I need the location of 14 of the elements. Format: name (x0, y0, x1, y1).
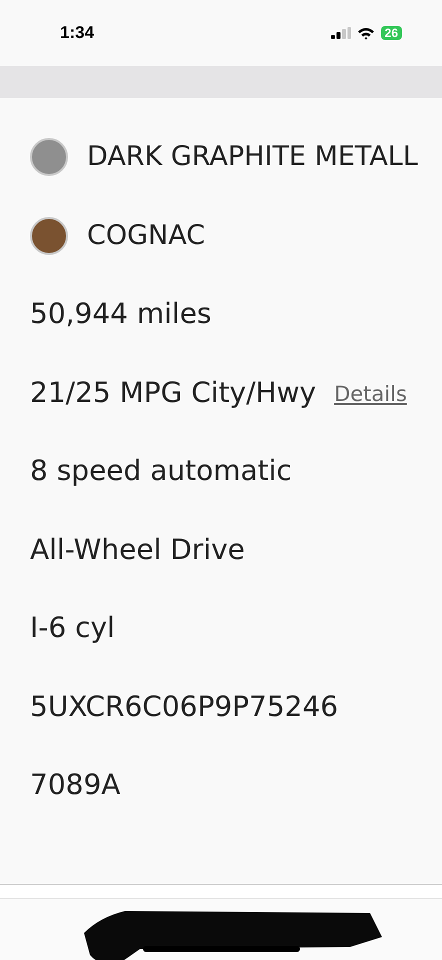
color-name: DARK GRAPHITE METALL (87, 140, 418, 174)
spec-text: 21/25 MPG City/Hwy (30, 374, 316, 411)
battery-level: 26 (380, 26, 402, 40)
spec-text: I-6 cyl (30, 610, 115, 646)
wifi-icon (356, 26, 375, 40)
spec-text: 5UXCR6C06P9P75246 (30, 688, 338, 725)
spec-text: 8 speed automatic (30, 453, 292, 490)
status-time: 1:34 (60, 22, 94, 44)
details-link[interactable]: Details (334, 379, 407, 410)
spec-text: All-Wheel Drive (30, 532, 245, 568)
spec-text: 50,944 miles (30, 296, 212, 332)
color-name: COGNAC (87, 218, 206, 252)
spec-text: 7089A (30, 767, 120, 804)
signal-icon (330, 27, 351, 39)
